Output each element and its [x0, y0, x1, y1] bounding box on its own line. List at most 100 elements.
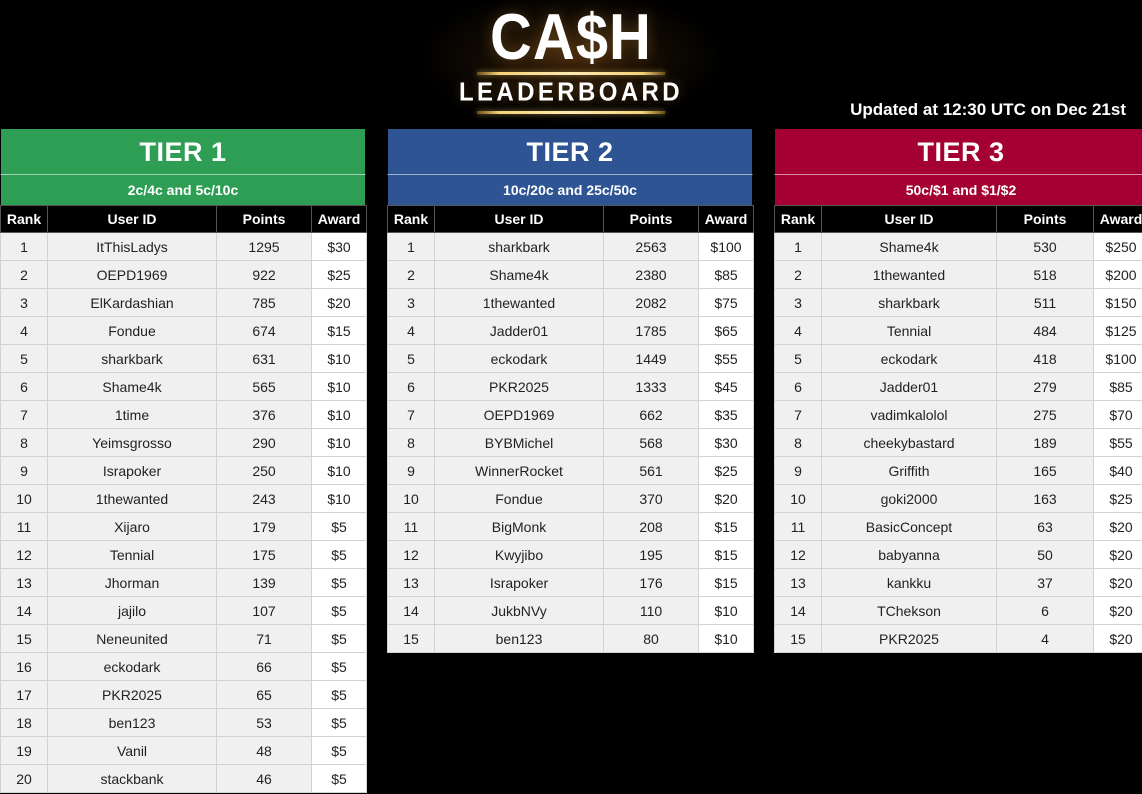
award-cell: $5 [311, 512, 367, 541]
user-id-cell: BigMonk [434, 512, 604, 541]
award-cell: $10 [698, 596, 754, 625]
leaderboard-page: CA$H LEADERBOARD Updated at 12:30 UTC on… [0, 0, 1142, 794]
points-cell: 176 [603, 568, 699, 597]
award-cell: $250 [1093, 232, 1142, 261]
table-row: 1 sharkbark 2563 $100 [387, 232, 754, 261]
user-id-cell: stackbank [47, 764, 217, 793]
logo-divider-bottom [477, 110, 665, 114]
award-cell: $45 [698, 372, 754, 401]
user-id-cell: eckodark [821, 344, 997, 373]
award-cell: $100 [698, 232, 754, 261]
table-row: 17 PKR2025 65 $5 [0, 680, 367, 709]
points-cell: 418 [996, 344, 1094, 373]
points-cell: 922 [216, 260, 312, 289]
rank-cell: 1 [387, 232, 435, 261]
award-cell: $15 [698, 512, 754, 541]
rank-cell: 12 [774, 540, 822, 569]
rank-cell: 6 [387, 372, 435, 401]
rank-cell: 2 [387, 260, 435, 289]
table-row: 15 PKR2025 4 $20 [774, 624, 1142, 653]
points-cell: 376 [216, 400, 312, 429]
table-row: 12 Tennial 175 $5 [0, 540, 367, 569]
table-row: 12 Kwyjibo 195 $15 [387, 540, 754, 569]
award-cell: $10 [698, 624, 754, 653]
table-row: 10 goki2000 163 $25 [774, 484, 1142, 513]
tier-3-title: TIER 3 [774, 128, 1142, 174]
table-row: 15 Neneunited 71 $5 [0, 624, 367, 653]
table-row: 8 BYBMichel 568 $30 [387, 428, 754, 457]
award-cell: $5 [311, 764, 367, 793]
tier-2-title: TIER 2 [387, 128, 753, 174]
tier-1-table: Rank User ID Points Award 1 ItThisLadys 12… [0, 205, 367, 793]
award-cell: $10 [311, 372, 367, 401]
points-cell: 66 [216, 652, 312, 681]
table-row: 14 TChekson 6 $20 [774, 596, 1142, 625]
points-cell: 518 [996, 260, 1094, 289]
column-header-points: Points [603, 205, 699, 233]
user-id-cell: sharkbark [434, 232, 604, 261]
column-header-points: Points [996, 205, 1094, 233]
rank-cell: 10 [774, 484, 822, 513]
rank-cell: 16 [0, 652, 48, 681]
table-row: 5 eckodark 1449 $55 [387, 344, 754, 373]
rank-cell: 7 [387, 400, 435, 429]
rank-cell: 11 [0, 512, 48, 541]
points-cell: 243 [216, 484, 312, 513]
table-row: 1 ItThisLadys 1295 $30 [0, 232, 367, 261]
table-row: 4 Tennial 484 $125 [774, 316, 1142, 345]
award-cell: $5 [311, 540, 367, 569]
points-cell: 163 [996, 484, 1094, 513]
rank-cell: 13 [0, 568, 48, 597]
rank-cell: 5 [774, 344, 822, 373]
points-cell: 165 [996, 456, 1094, 485]
user-id-cell: Neneunited [47, 624, 217, 653]
user-id-cell: PKR2025 [434, 372, 604, 401]
rank-cell: 12 [0, 540, 48, 569]
user-id-cell: Shame4k [47, 372, 217, 401]
rank-cell: 11 [387, 512, 435, 541]
user-id-cell: Tennial [821, 316, 997, 345]
column-header-award: Award [698, 205, 754, 233]
user-id-cell: Israpoker [47, 456, 217, 485]
table-row: 10 Fondue 370 $20 [387, 484, 754, 513]
table-row: 7 vadimkalolol 275 $70 [774, 400, 1142, 429]
rank-cell: 14 [387, 596, 435, 625]
points-cell: 53 [216, 708, 312, 737]
user-id-cell: babyanna [821, 540, 997, 569]
points-cell: 1295 [216, 232, 312, 261]
rank-cell: 8 [387, 428, 435, 457]
rank-cell: 2 [774, 260, 822, 289]
rank-cell: 18 [0, 708, 48, 737]
rank-cell: 3 [387, 288, 435, 317]
award-cell: $20 [1093, 512, 1142, 541]
cash-leaderboard-logo: CA$H LEADERBOARD [0, 4, 1142, 114]
rank-cell: 9 [0, 456, 48, 485]
table-row: 11 BigMonk 208 $15 [387, 512, 754, 541]
tier-panel-1: TIER 1 2c/4c and 5c/10c Rank User ID Poi… [0, 128, 367, 793]
table-row: 5 eckodark 418 $100 [774, 344, 1142, 373]
table-row: 18 ben123 53 $5 [0, 708, 367, 737]
user-id-cell: Griffith [821, 456, 997, 485]
points-cell: 1785 [603, 316, 699, 345]
table-row: 16 eckodark 66 $5 [0, 652, 367, 681]
award-cell: $10 [311, 456, 367, 485]
rank-cell: 19 [0, 736, 48, 765]
user-id-cell: BasicConcept [821, 512, 997, 541]
points-cell: 1449 [603, 344, 699, 373]
points-cell: 279 [996, 372, 1094, 401]
points-cell: 110 [603, 596, 699, 625]
points-cell: 80 [603, 624, 699, 653]
table-row: 13 Israpoker 176 $15 [387, 568, 754, 597]
rank-cell: 2 [0, 260, 48, 289]
tier-3-body: 1 Shame4k 530 $250 2 1thewanted 518 $200 3 sharkb… [774, 232, 1142, 653]
table-row: 7 1time 376 $10 [0, 400, 367, 429]
table-row: 6 Shame4k 565 $10 [0, 372, 367, 401]
points-cell: 107 [216, 596, 312, 625]
points-cell: 139 [216, 568, 312, 597]
award-cell: $5 [311, 596, 367, 625]
user-id-cell: Jadder01 [434, 316, 604, 345]
rank-cell: 1 [774, 232, 822, 261]
table-row: 8 Yeimsgrosso 290 $10 [0, 428, 367, 457]
rank-cell: 5 [387, 344, 435, 373]
rank-cell: 14 [774, 596, 822, 625]
